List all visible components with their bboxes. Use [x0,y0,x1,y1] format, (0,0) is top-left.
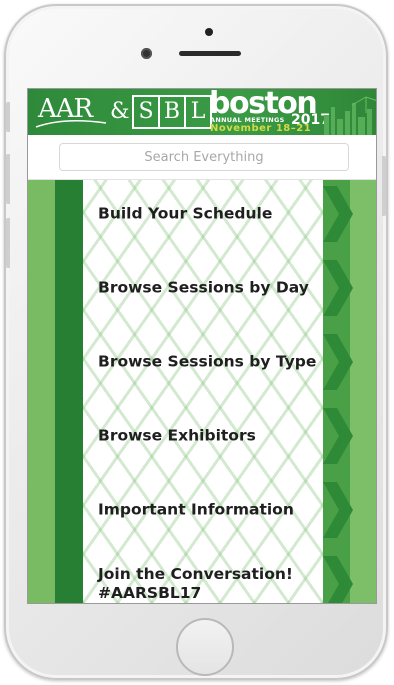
menu-item-label-hashtag: #AARSBL17 [98,584,202,602]
boston-skyline-icon [324,96,376,135]
menu-item-label-line1: Join the Conversation! [98,565,293,583]
aar-swoosh-icon [35,120,107,128]
chevron-right-icon [323,408,353,464]
menu-item-important-info[interactable]: Important Information [83,480,353,540]
app-screen: AAR & S B L boston ANNUAL MEETINGS 2017 … [27,88,377,604]
event-dates: November 18–21 [210,123,312,134]
menu-item-label: Browse Sessions by Day [98,278,309,297]
menu-item-sessions-by-day[interactable]: Browse Sessions by Day [83,258,353,318]
menu-item-label: Browse Sessions by Type [98,352,317,371]
menu-item-label: Browse Exhibitors [98,426,256,445]
main-menu: Build Your Schedule Browse Sessions by D… [28,180,376,603]
sbl-logo: S B L [132,95,212,129]
chevron-right-icon [323,556,353,603]
search-input[interactable] [59,143,349,171]
menu-item-label: Important Information [98,500,294,519]
sbl-letter: S [132,95,160,129]
decorative-band [28,180,55,603]
menu-item-build-schedule[interactable]: Build Your Schedule [83,184,353,244]
volume-down-button [6,218,10,268]
chevron-right-icon [323,482,353,538]
menu-item-join-conversation[interactable]: Join the Conversation! #AARSBL17 [83,554,353,603]
decorative-band [350,180,376,603]
earpiece-speaker [179,51,241,56]
sbl-letter: B [158,95,186,129]
ampersand: & [110,99,130,124]
app-header: AAR & S B L boston ANNUAL MEETINGS 2017 … [28,89,376,135]
menu-item-label: Build Your Schedule [98,204,273,223]
front-camera [141,48,152,59]
home-button[interactable] [176,618,234,676]
menu-item-sessions-by-type[interactable]: Browse Sessions by Type [83,332,353,392]
chevron-right-icon [323,334,353,390]
boston-event-logo: boston ANNUAL MEETINGS 2017 November 18–… [209,89,330,134]
power-button [382,156,386,216]
chevron-right-icon [323,260,353,316]
menu-item-exhibitors[interactable]: Browse Exhibitors [83,406,353,466]
chevron-right-icon [323,186,353,242]
menu-item-label: Join the Conversation! #AARSBL17 [98,565,293,603]
proximity-sensor [205,28,213,36]
decorative-band [55,180,83,603]
volume-up-button [6,154,10,204]
sbl-letter: L [184,95,212,129]
mute-switch [6,102,10,132]
search-bar [28,135,376,180]
